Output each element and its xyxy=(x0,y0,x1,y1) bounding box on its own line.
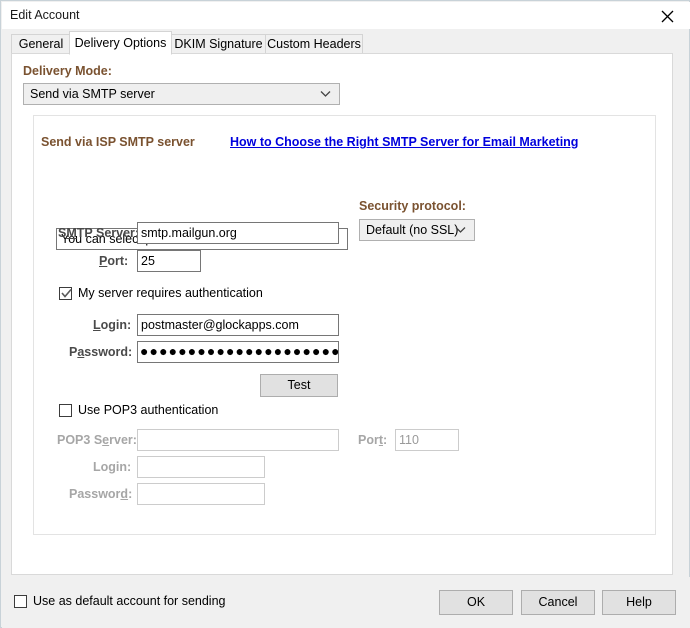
delivery-mode-value: Send via SMTP server xyxy=(30,86,155,101)
groupbox-title: Send via ISP SMTP server xyxy=(41,135,195,149)
tab-general[interactable]: General xyxy=(11,34,71,54)
window-title: Edit Account xyxy=(10,8,80,22)
security-protocol-value: Default (no SSL) xyxy=(366,222,459,237)
smtp-login-input[interactable] xyxy=(137,314,339,336)
smtp-server-input[interactable] xyxy=(137,222,339,244)
chevron-down-icon xyxy=(455,227,466,233)
checkbox-box xyxy=(59,404,72,417)
tab-dkim-signature[interactable]: DKIM Signature xyxy=(171,34,266,54)
pop3-server-label: POP3 Server: xyxy=(57,433,137,447)
test-button[interactable]: Test xyxy=(260,374,338,397)
smtp-port-label: Port: xyxy=(99,254,129,268)
tab-custom-headers[interactable]: Custom Headers xyxy=(265,34,363,54)
cancel-button[interactable]: Cancel xyxy=(521,590,595,615)
use-as-default-account-label: Use as default account for sending xyxy=(33,594,226,608)
smtp-password-label: Password: xyxy=(69,345,133,359)
pop3-password-input[interactable] xyxy=(137,483,265,505)
security-protocol-select[interactable]: Default (no SSL) xyxy=(359,219,475,241)
delivery-mode-select[interactable]: Send via SMTP server xyxy=(23,83,340,105)
smtp-port-input[interactable] xyxy=(137,250,201,272)
use-pop3-auth-label: Use POP3 authentication xyxy=(78,403,219,417)
smtp-login-label: Login: xyxy=(93,318,132,332)
ok-button[interactable]: OK xyxy=(439,590,513,615)
checkmark-icon xyxy=(61,288,72,298)
title-bar: Edit Account xyxy=(2,2,690,29)
pop3-login-input[interactable] xyxy=(137,456,265,478)
checkbox-box xyxy=(14,595,27,608)
dialog-footer: Use as default account for sending OK Ca… xyxy=(2,577,690,628)
smtp-server-label: SMTP Server: xyxy=(58,226,140,240)
pop3-server-input[interactable] xyxy=(137,429,339,451)
edit-account-dialog: Edit Account General Delivery Options DK… xyxy=(0,0,690,628)
pop3-password-label: Password: xyxy=(69,487,133,501)
smtp-guide-link[interactable]: How to Choose the Right SMTP Server for … xyxy=(230,135,578,149)
close-icon xyxy=(661,10,674,23)
tab-delivery-options[interactable]: Delivery Options xyxy=(69,31,172,55)
pop3-login-label: Login: xyxy=(93,460,132,474)
delivery-options-panel: Delivery Mode: Send via SMTP server Send… xyxy=(11,53,673,575)
smtp-password-input[interactable]: ●●●●●●●●●●●●●●●●●●●●●● xyxy=(137,341,339,363)
delivery-mode-label: Delivery Mode: xyxy=(23,64,112,78)
server-requires-auth-label: My server requires authentication xyxy=(78,286,263,300)
help-button[interactable]: Help xyxy=(602,590,676,615)
security-protocol-label: Security protocol: xyxy=(359,199,466,213)
tab-strip: General Delivery Options DKIM Signature … xyxy=(11,31,673,55)
pop3-port-input[interactable] xyxy=(395,429,459,451)
close-button[interactable] xyxy=(645,2,690,29)
pop3-port-label: Port: xyxy=(358,433,388,447)
chevron-down-icon xyxy=(320,91,331,97)
